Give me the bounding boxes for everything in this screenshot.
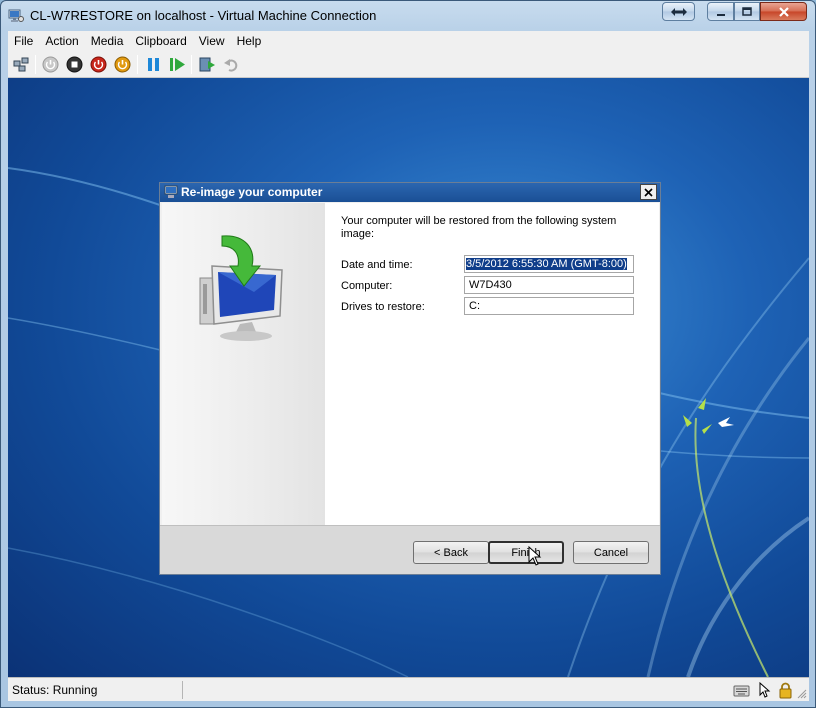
vm-connection-window: CL-W7RESTORE on localhost - Virtual Mach… xyxy=(0,0,816,708)
mouse-pointer-icon xyxy=(528,546,542,566)
keyboard-icon xyxy=(733,685,750,697)
menu-action[interactable]: Action xyxy=(39,31,84,51)
drives-label: Drives to restore: xyxy=(341,301,425,313)
mouse-capture-icon xyxy=(759,682,771,698)
resize-grip-icon[interactable] xyxy=(797,689,807,699)
menu-bar: File Action Media Clipboard View Help xyxy=(8,31,809,51)
cancel-button[interactable]: Cancel xyxy=(573,541,649,564)
snapshot-icon[interactable] xyxy=(199,56,216,73)
toolbar xyxy=(8,51,809,78)
dialog-side-panel xyxy=(162,203,325,525)
vm-app-icon xyxy=(8,9,24,22)
dialog-body: Your computer will be restored from the … xyxy=(162,203,659,525)
date-time-field[interactable]: 3/5/2012 6:55:30 AM (GMT-8:00) xyxy=(464,255,634,273)
computer-field[interactable]: W7D430 xyxy=(464,276,634,294)
intro-text: Your computer will be restored from the … xyxy=(341,215,617,240)
menu-file[interactable]: File xyxy=(8,31,39,51)
lock-icon xyxy=(779,682,792,699)
finish-button[interactable]: Finish xyxy=(488,541,564,564)
window-titlebar[interactable]: CL-W7RESTORE on localhost - Virtual Mach… xyxy=(1,1,815,31)
status-text: Status: Running xyxy=(12,683,98,697)
menu-view[interactable]: View xyxy=(193,31,231,51)
close-icon xyxy=(644,187,653,197)
resume-icon[interactable] xyxy=(169,56,186,73)
ctrl-alt-del-icon[interactable] xyxy=(13,56,30,73)
status-bar: Status: Running xyxy=(8,677,809,701)
resize-arrows-icon xyxy=(670,7,687,16)
dialog-title: Re-image your computer xyxy=(181,185,323,199)
resize-button[interactable] xyxy=(662,2,695,21)
turn-off-icon[interactable] xyxy=(66,56,83,73)
close-icon xyxy=(778,6,789,17)
pause-icon[interactable] xyxy=(145,56,162,73)
close-button[interactable] xyxy=(760,2,807,21)
dialog-footer: < Back Finish Cancel xyxy=(160,525,660,574)
dialog-titlebar[interactable]: Re-image your computer xyxy=(160,183,660,202)
shut-down-icon[interactable] xyxy=(90,56,107,73)
maximize-button[interactable] xyxy=(734,2,760,21)
revert-icon[interactable] xyxy=(223,56,240,73)
window-title: CL-W7RESTORE on localhost - Virtual Mach… xyxy=(30,8,377,23)
dialog-close-button[interactable] xyxy=(640,184,657,200)
save-state-icon[interactable] xyxy=(114,56,131,73)
computer-label: Computer: xyxy=(341,280,393,292)
back-button[interactable]: < Back xyxy=(413,541,489,564)
maximize-icon xyxy=(742,6,752,16)
minimize-icon xyxy=(716,13,725,16)
minimize-button[interactable] xyxy=(707,2,734,21)
start-icon[interactable] xyxy=(42,56,59,73)
dialog-computer-icon xyxy=(164,185,178,198)
date-time-value: 3/5/2012 6:55:30 AM (GMT-8:00) xyxy=(466,258,627,270)
menu-media[interactable]: Media xyxy=(85,31,130,51)
menu-clipboard[interactable]: Clipboard xyxy=(129,31,192,51)
vm-desktop[interactable]: Re-image your computer Your computer wil… xyxy=(8,78,809,677)
date-time-label: Date and time: xyxy=(341,259,413,271)
menu-help[interactable]: Help xyxy=(231,31,268,51)
system-restore-icon xyxy=(199,235,283,341)
reimage-dialog: Re-image your computer Your computer wil… xyxy=(159,182,661,575)
drives-field[interactable]: C: xyxy=(464,297,634,315)
